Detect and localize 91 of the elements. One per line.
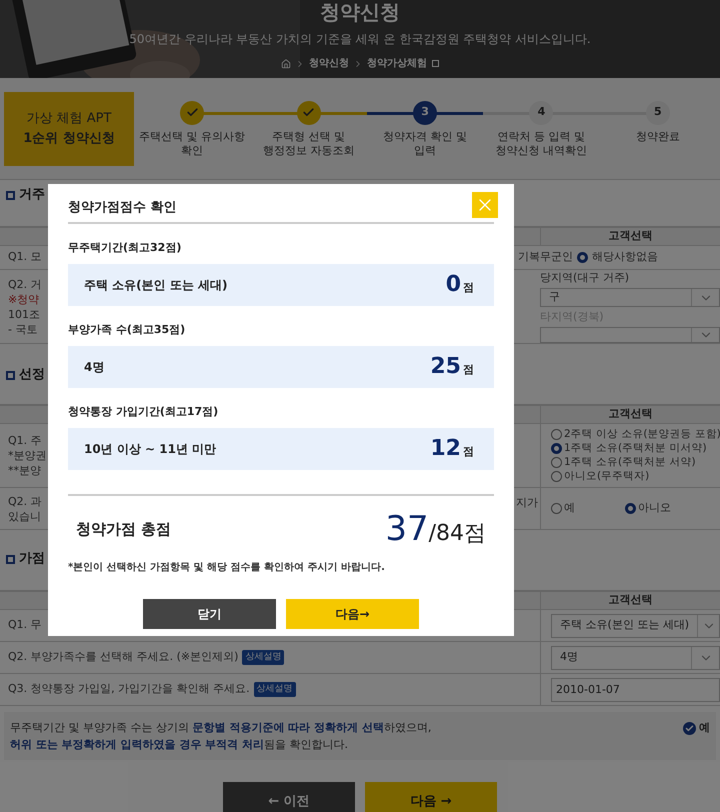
question-text: 있습니 [8,508,41,524]
radio-button[interactable] [551,503,562,514]
close-dialog-button[interactable]: 닫기 [143,599,276,629]
next-button[interactable]: 다음→ [286,599,419,629]
score-value: 12 [430,438,461,460]
dialog-title: 청약가점점수 확인 [68,198,177,216]
check-icon [302,106,316,119]
question-text: Q2. 거 [8,276,42,292]
question-text: Q1. 무 [8,617,42,634]
previous-button[interactable]: ← 이전 [223,782,355,812]
score-heading: 부양가족 수(최고35점) [68,323,186,336]
next-button[interactable]: 다음 → [365,782,497,812]
notice-text: *본인이 선택하신 가점항목 및 해당 점수를 확인하여 주시기 바랍니다. [68,561,386,575]
detail-badge[interactable]: 상세설명 [242,650,284,666]
total-label: 청약가점 총점 [76,518,172,540]
question-text: Q2. 과 [8,494,42,508]
badge-text: 1순위 청약신청 [23,130,115,148]
score-unit: 점 [463,280,474,296]
step-marker: 3 [413,100,438,124]
radio-button[interactable] [551,457,562,468]
score-value: 0 [446,274,461,296]
home-icon[interactable] [281,58,291,68]
close-button[interactable] [472,192,498,218]
page-title: 청약신청 [320,2,400,22]
badge-text: 가상 체험 APT [26,110,112,128]
question-text: Q1. 모 [8,249,42,266]
step-label: 주택선택 및 유의사항 확인 [139,130,246,158]
radio-button[interactable] [625,503,636,514]
date-input[interactable]: 2010-01-07 [551,678,720,702]
score-heading: 무주택기간(최고32점) [68,241,182,254]
check-icon [186,106,199,119]
question-text: Q2. 부양가족수를 선택해 주세요. (※본인제외) [8,649,238,666]
section-title: 선정 [19,366,45,384]
breadcrumb-link[interactable]: 청약가상체험 [367,56,427,71]
score-answer: 10년 이상 ~ 11년 미만 [84,441,216,458]
score-answer: 주택 소유(본인 또는 세대) [84,277,228,294]
page-subtitle: 50여년간 우리나라 부동산 가치의 기준을 세워 온 한국감정원 주택청약 서비스입니다. [129,31,591,48]
step-label: 주택형 선택 및 행정정보 자동조회 [262,130,354,158]
section-title: 거주 [19,186,45,204]
dropdown-select[interactable]: 4명 [551,646,720,670]
column-header: 고객선택 [608,228,652,244]
square-icon [432,60,439,67]
checkbox-label: 예 [699,720,710,736]
section-title: 가점 [19,550,45,568]
step-label: 연락처 등 입력 및 청약신청 내역확인 [496,130,588,158]
check-icon [685,724,694,733]
field-label: 당지역(대구 거주) [540,270,630,286]
option-label: 1주택 소유(주택처분 서약) [564,454,696,470]
square-bullet-icon [6,370,15,380]
agreement-text: 무주택기간 및 부양가족 수는 상기의 문항별 적용기준에 따라 정확하게 선택하였으며, [10,720,432,736]
radio-button[interactable] [577,252,588,263]
dropdown-select[interactable] [540,327,720,344]
question-text: Q3. 청약통장 가입일, 가입기간을 확인해 주세요. [8,681,250,698]
option-label: 아니오 [638,500,671,516]
step-label: 청약완료 [636,130,680,144]
step-marker: 5 [646,100,670,124]
question-text: Q1. 주 [8,433,42,448]
total-score: 37 [385,512,429,546]
agreement-text: 허위 또는 부정확하게 입력하였을 경우 부적격 처리됨을 확인합니다. [10,737,349,753]
square-bullet-icon [6,554,15,564]
option-label: 해당사항없음 [592,249,658,266]
column-header: 고객선택 [608,406,652,422]
radio-button[interactable] [551,443,562,454]
option-text: 기복무군인 [518,249,573,266]
total-max: /84점 [428,523,486,545]
column-header: 고객선택 [608,592,652,608]
question-text: 101조 [8,306,40,322]
score-unit: 점 [463,444,474,460]
score-answer: 4명 [84,359,104,376]
question-text: ※청약 [8,292,40,306]
option-label: 2주택 이상 소유(분양권등 포함) [564,426,720,442]
step-label: 청약자격 확인 및 입력 [383,130,468,158]
option-label: 1주택 소유(주택처분 미서약) [564,440,707,456]
step-marker: 4 [529,100,554,124]
question-text: *분양권 [8,448,46,463]
question-text: 지가 [516,495,538,512]
radio-button[interactable] [551,471,562,482]
option-label: 아니오(무주택자) [564,468,650,484]
radio-button[interactable] [551,429,562,440]
dropdown-select[interactable]: 주택 소유(본인 또는 세대) [551,614,720,638]
option-label: 예 [564,500,575,516]
dropdown-select[interactable]: 구 [540,288,720,307]
square-bullet-icon [6,190,15,200]
score-heading: 청약통장 가입기간(최고17점) [68,405,218,418]
score-unit: 점 [463,362,474,378]
breadcrumb-link[interactable]: 청약신청 [309,56,349,71]
checkbox[interactable] [683,722,696,735]
question-text: - 국토 [8,322,38,336]
detail-badge[interactable]: 상세설명 [254,682,296,698]
question-text: **분양 [8,463,41,478]
score-value: 25 [430,356,461,378]
